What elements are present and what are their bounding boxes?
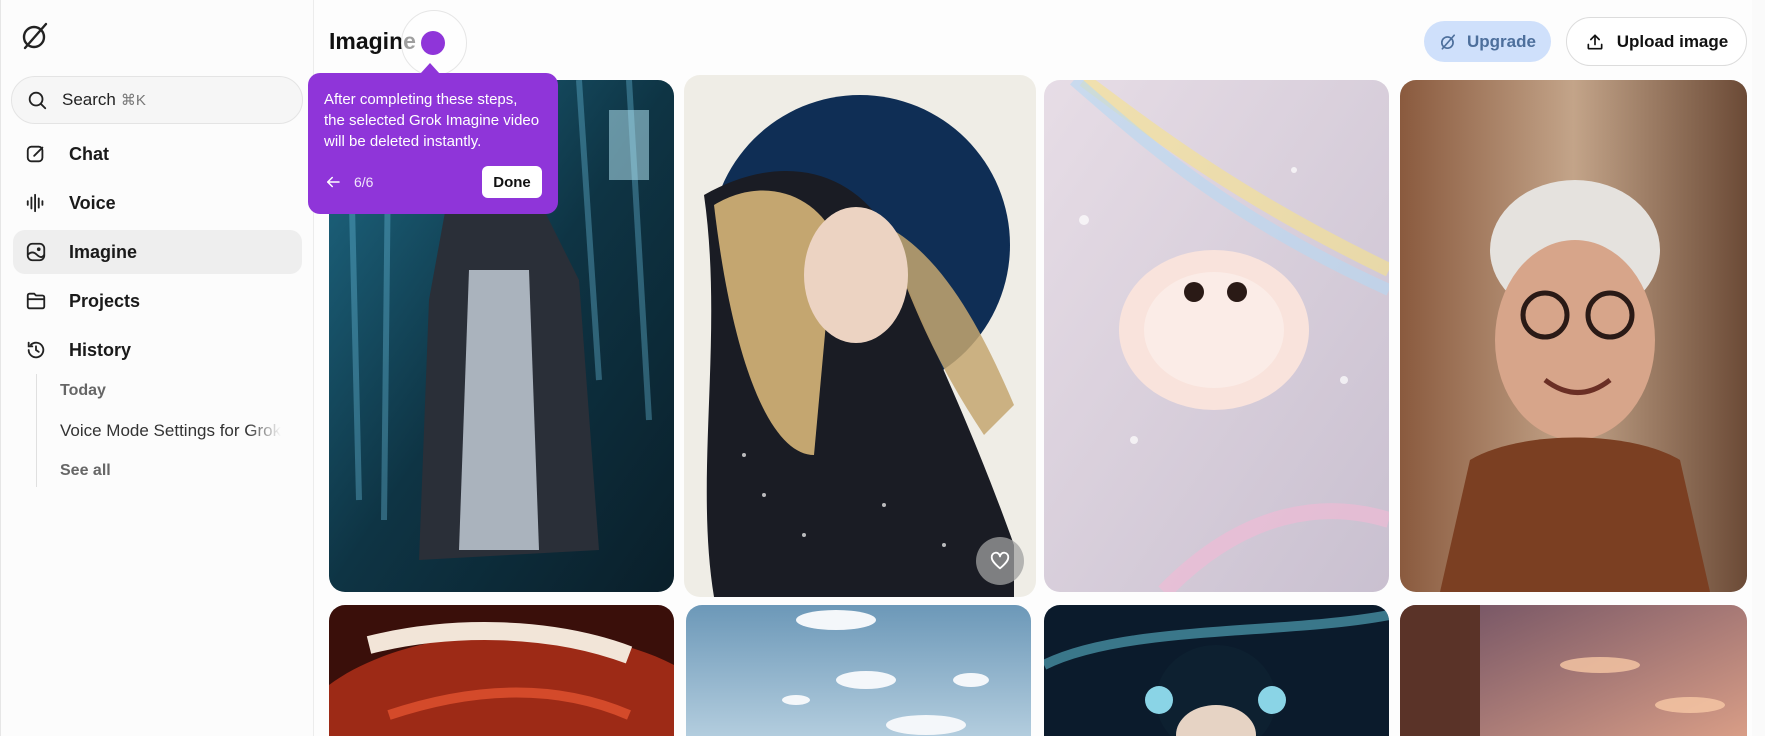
upload-label: Upload image <box>1616 31 1729 51</box>
sidebar-item-label: Voice <box>69 192 116 213</box>
sidebar-item-history[interactable]: History <box>13 328 302 372</box>
upload-icon <box>1587 34 1603 49</box>
arrow-left-icon[interactable] <box>324 173 342 191</box>
gallery-tile[interactable] <box>329 605 674 736</box>
sidebar-item-chat[interactable]: Chat <box>13 132 302 176</box>
gallery-tile[interactable] <box>1044 605 1389 736</box>
search-icon <box>28 91 47 110</box>
tour-tooltip-footer: 6/6 Done <box>324 166 542 198</box>
scrollbar[interactable] <box>1752 0 1765 736</box>
gallery-tile[interactable] <box>1400 80 1747 592</box>
gallery-image <box>329 605 674 736</box>
history-entry-label: Voice Mode Settings for Grok <box>60 421 282 440</box>
tour-tooltip: After completing these steps, the select… <box>308 63 558 214</box>
gallery-image <box>1044 605 1389 736</box>
done-button[interactable]: Done <box>482 166 542 198</box>
search-shortcut: ⌘K <box>120 92 146 109</box>
gallery-image <box>1044 80 1389 592</box>
search-label: Search <box>62 90 116 109</box>
waveform-icon <box>26 193 44 213</box>
gallery-image <box>1400 80 1747 592</box>
imagine-icon <box>26 242 46 262</box>
sidebar-item-imagine[interactable]: Imagine <box>13 230 302 274</box>
sidebar-item-label: Projects <box>69 290 141 311</box>
search-input[interactable]: Search ⌘K <box>11 76 303 124</box>
tour-beacon[interactable] <box>421 31 445 55</box>
history-group-label: Today <box>60 382 106 399</box>
sidebar-item-label: History <box>69 339 132 360</box>
grok-logo-icon[interactable] <box>19 20 51 52</box>
history-entry[interactable]: Voice Mode Settings for Grok <box>60 421 292 441</box>
history-icon <box>27 341 45 359</box>
sidebar: Search ⌘K Chat Voice Imagine Projects Hi… <box>0 0 314 736</box>
gallery-tile[interactable] <box>686 605 1031 736</box>
folder-icon <box>26 292 46 310</box>
gallery-image <box>686 605 1031 736</box>
sidebar-item-voice[interactable]: Voice <box>13 181 302 225</box>
gallery-image <box>1400 605 1747 736</box>
heart-icon <box>990 551 1010 570</box>
gallery-tile[interactable] <box>684 75 1036 597</box>
sidebar-item-label: Chat <box>69 143 109 164</box>
sidebar-item-label: Imagine <box>69 241 138 262</box>
see-all-link[interactable]: See all <box>60 462 111 480</box>
upgrade-label: Upgrade <box>1467 31 1536 51</box>
tour-tooltip-text: After completing these steps, the select… <box>324 91 540 150</box>
favorite-button[interactable] <box>976 537 1024 585</box>
upload-image-button[interactable]: Upload image <box>1566 17 1747 66</box>
gallery-tile[interactable] <box>1400 605 1747 736</box>
edit-icon <box>26 145 44 163</box>
gallery-image <box>684 75 1036 597</box>
upgrade-button[interactable]: Upgrade <box>1424 21 1551 62</box>
tour-step-counter: 6/6 <box>354 174 374 190</box>
gallery-tile[interactable] <box>1044 80 1389 592</box>
sidebar-item-projects[interactable]: Projects <box>13 279 302 323</box>
history-divider <box>36 374 37 487</box>
grok-logo-icon <box>1440 33 1456 50</box>
